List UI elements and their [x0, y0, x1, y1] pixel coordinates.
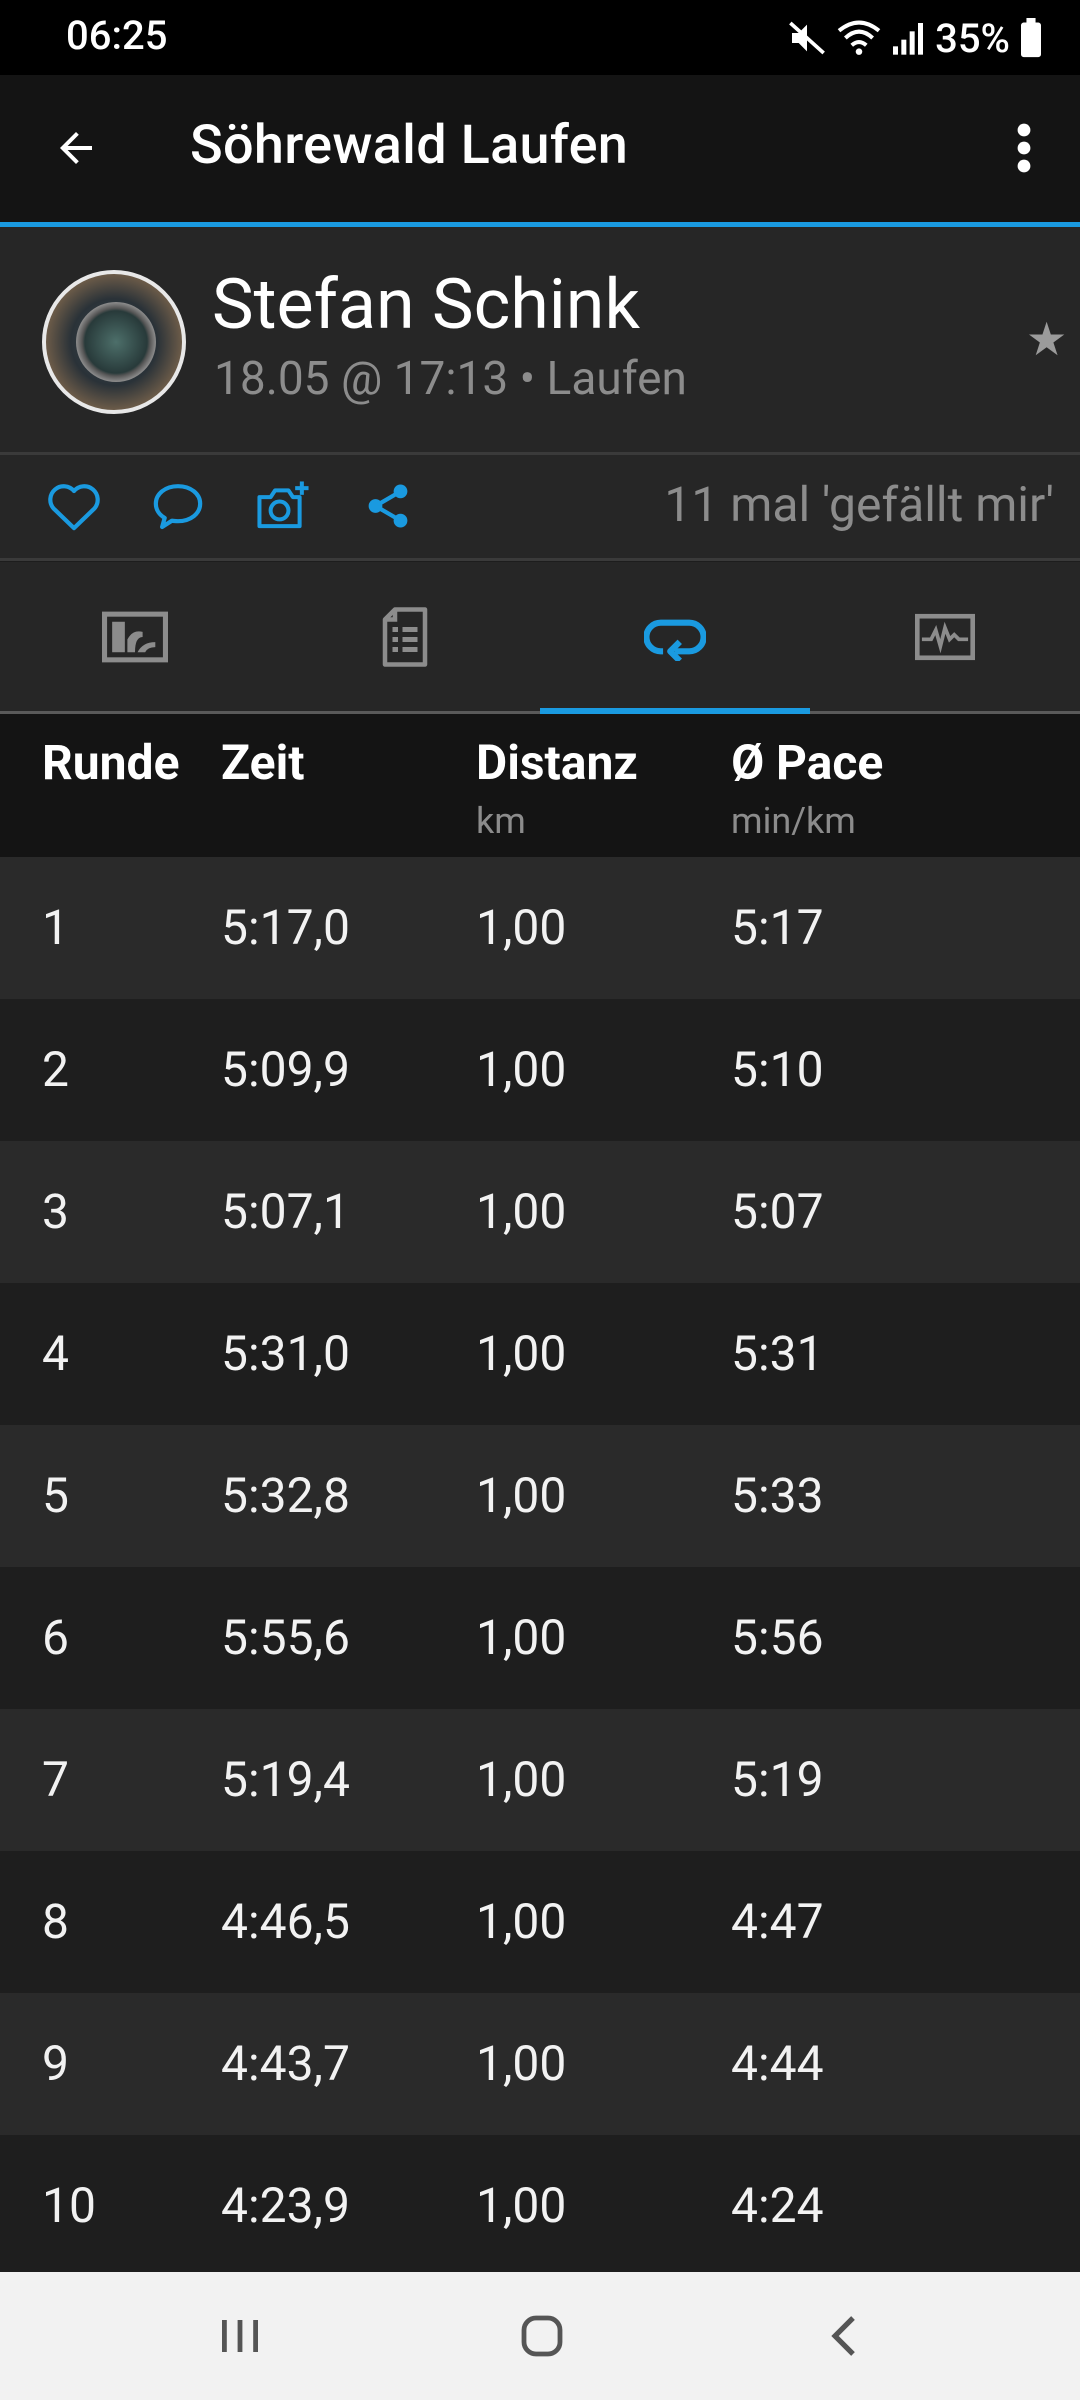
watch-photo	[76, 302, 156, 382]
lap-time: 5:09,9	[221, 1041, 350, 1098]
lap-distance: 1,00	[476, 1325, 567, 1382]
lap-distance: 1,00	[476, 899, 567, 956]
lap-pace: 5:56	[731, 1609, 824, 1666]
lap-distance: 1,00	[476, 1609, 567, 1666]
column-unit-distance: km	[476, 800, 526, 842]
divider	[0, 558, 1080, 561]
column-header-time: Zeit	[221, 734, 305, 791]
table-row[interactable]: 4 5:31,0 1,00 5:31	[0, 1283, 1080, 1425]
tab-stats[interactable]	[0, 562, 270, 712]
lap-pace: 5:17	[731, 899, 824, 956]
user-name[interactable]: Stefan Schink	[212, 264, 640, 346]
lap-number: 8	[42, 1893, 69, 1950]
lap-pace: 4:44	[731, 2035, 824, 2092]
lap-time: 5:32,8	[221, 1467, 350, 1524]
table-row[interactable]: 9 4:43,7 1,00 4:44	[0, 1993, 1080, 2135]
lap-number: 6	[42, 1609, 69, 1666]
mute-icon	[789, 21, 825, 55]
chart-icon	[915, 613, 975, 661]
lap-number: 3	[42, 1183, 69, 1240]
system-back-button[interactable]	[800, 2300, 890, 2372]
column-header-lap: Runde	[42, 734, 180, 791]
lap-distance: 1,00	[476, 1893, 567, 1950]
lap-time: 4:46,5	[221, 1893, 350, 1950]
battery-percent: 35%	[935, 14, 1010, 62]
lap-time: 5:55,6	[221, 1609, 350, 1666]
lap-pace: 5:10	[731, 1041, 824, 1098]
likes-count[interactable]: 11 mal 'gefällt mir'	[664, 476, 1054, 533]
lap-distance: 1,00	[476, 1041, 567, 1098]
status-time: 06:25	[66, 12, 168, 59]
camera-add-icon	[257, 481, 309, 529]
more-vertical-icon	[1017, 123, 1031, 173]
lap-distance: 1,00	[476, 2035, 567, 2092]
status-icons: 35%	[787, 14, 1042, 62]
lap-time: 5:31,0	[221, 1325, 350, 1382]
tab-details[interactable]	[270, 562, 540, 712]
wifi-icon	[837, 20, 881, 55]
lap-pace: 5:07	[731, 1183, 824, 1240]
comment-button[interactable]	[146, 474, 210, 538]
lap-number: 2	[42, 1041, 69, 1098]
lap-number: 1	[42, 899, 69, 956]
lap-pace: 4:47	[731, 1893, 824, 1950]
share-button[interactable]	[356, 474, 420, 538]
recent-apps-button[interactable]	[195, 2300, 285, 2372]
tab-charts[interactable]	[810, 562, 1080, 712]
lap-number: 10	[42, 2177, 96, 2234]
lap-time: 5:17,0	[221, 899, 350, 956]
add-photo-button[interactable]	[252, 474, 316, 538]
column-header-pace: Ø Pace	[731, 734, 884, 791]
home-icon	[521, 2315, 563, 2357]
recent-apps-icon	[222, 2320, 258, 2352]
table-row[interactable]: 2 5:09,9 1,00 5:10	[0, 999, 1080, 1141]
lap-pace: 5:33	[731, 1467, 824, 1524]
lap-distance: 1,00	[476, 1467, 567, 1524]
table-row[interactable]: 8 4:46,5 1,00 4:47	[0, 1851, 1080, 1993]
table-row[interactable]: 1 5:17,0 1,00 5:17	[0, 857, 1080, 999]
lap-distance: 1,00	[476, 2177, 567, 2234]
column-unit-pace: min/km	[731, 800, 856, 842]
table-row[interactable]: 3 5:07,1 1,00 5:07	[0, 1141, 1080, 1283]
star-icon[interactable]: ★	[1026, 312, 1067, 367]
column-header-distance: Distanz	[476, 734, 638, 791]
lap-number: 7	[42, 1751, 69, 1808]
battery-icon	[1021, 18, 1041, 58]
lap-time: 5:19,4	[221, 1751, 350, 1808]
signal-icon	[893, 23, 924, 55]
lap-number: 4	[42, 1325, 69, 1382]
lap-pace: 4:24	[731, 2177, 824, 2234]
stats-icon	[102, 611, 168, 663]
arrow-left-icon	[60, 132, 92, 164]
lap-number: 5	[42, 1467, 69, 1524]
laps-icon	[644, 619, 706, 661]
lap-time: 4:23,9	[221, 2177, 350, 2234]
table-row[interactable]: 7 5:19,4 1,00 5:19	[0, 1709, 1080, 1851]
back-button[interactable]	[40, 112, 112, 184]
chevron-left-icon	[831, 2316, 855, 2356]
lap-time: 4:43,7	[221, 2035, 350, 2092]
lap-distance: 1,00	[476, 1751, 567, 1808]
lap-number: 9	[42, 2035, 69, 2092]
document-icon	[382, 607, 428, 667]
home-button[interactable]	[497, 2300, 587, 2372]
lap-time: 5:07,1	[221, 1183, 350, 1240]
table-row[interactable]: 10 4:23,9 1,00 4:24	[0, 2135, 1080, 2277]
lap-pace: 5:19	[731, 1751, 824, 1808]
comment-icon	[153, 484, 203, 530]
activity-subtitle: 18.05 @ 17:13 • Laufen	[214, 352, 687, 406]
table-row[interactable]: 5 5:32,8 1,00 5:33	[0, 1425, 1080, 1567]
lap-distance: 1,00	[476, 1183, 567, 1240]
heart-icon	[48, 484, 100, 531]
page-title: Söhrewald Laufen	[190, 114, 629, 177]
share-icon	[368, 484, 408, 528]
overflow-menu-button[interactable]	[1000, 112, 1048, 184]
avatar[interactable]	[42, 270, 186, 414]
status-bar: 06:25 35%	[0, 0, 1080, 75]
tab-laps[interactable]	[540, 562, 810, 712]
lap-pace: 5:31	[731, 1325, 824, 1382]
table-row[interactable]: 6 5:55,6 1,00 5:56	[0, 1567, 1080, 1709]
like-button[interactable]	[42, 474, 106, 538]
